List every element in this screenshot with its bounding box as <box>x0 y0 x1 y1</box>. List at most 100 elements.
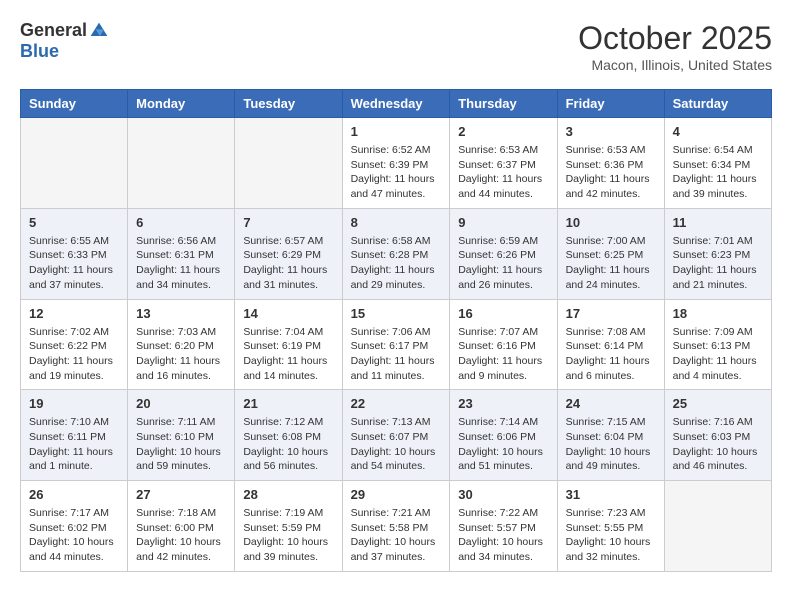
day-number: 22 <box>351 396 442 411</box>
calendar-week-row: 26 Sunrise: 7:17 AM Sunset: 6:02 PM Dayli… <box>21 481 772 572</box>
day-info: Sunrise: 6:54 AM Sunset: 6:34 PM Dayligh… <box>673 143 763 202</box>
day-number: 29 <box>351 487 442 502</box>
table-row: 25 Sunrise: 7:16 AM Sunset: 6:03 PM Dayli… <box>664 390 771 481</box>
day-number: 16 <box>458 306 548 321</box>
day-number: 10 <box>566 215 656 230</box>
location: Macon, Illinois, United States <box>578 57 772 73</box>
day-info: Sunrise: 7:10 AM Sunset: 6:11 PM Dayligh… <box>29 415 119 474</box>
table-row: 4Sunrise: 6:54 AM Sunset: 6:34 PM Daylig… <box>664 118 771 209</box>
table-row <box>128 118 235 209</box>
calendar-week-row: 19 Sunrise: 7:10 AM Sunset: 6:11 PM Dayli… <box>21 390 772 481</box>
header-monday: Monday <box>128 90 235 118</box>
title-section: October 2025 Macon, Illinois, United Sta… <box>578 20 772 73</box>
day-number: 15 <box>351 306 442 321</box>
table-row: 7 Sunrise: 6:57 AM Sunset: 6:29 PM Daylig… <box>235 208 342 299</box>
day-number: 20 <box>136 396 226 411</box>
day-info: Sunrise: 6:59 AM Sunset: 6:26 PM Dayligh… <box>458 234 548 293</box>
day-info: Sunrise: 7:21 AM Sunset: 5:58 PM Dayligh… <box>351 506 442 565</box>
table-row: 20 Sunrise: 7:11 AM Sunset: 6:10 PM Dayli… <box>128 390 235 481</box>
day-number: 21 <box>243 396 333 411</box>
day-number: 26 <box>29 487 119 502</box>
day-info: Sunrise: 7:19 AM Sunset: 5:59 PM Dayligh… <box>243 506 333 565</box>
day-number: 3 <box>566 124 656 139</box>
header-thursday: Thursday <box>450 90 557 118</box>
table-row <box>235 118 342 209</box>
table-row: 27 Sunrise: 7:18 AM Sunset: 6:00 PM Dayli… <box>128 481 235 572</box>
day-info: Sunrise: 7:04 AM Sunset: 6:19 PM Dayligh… <box>243 325 333 384</box>
logo-general: General <box>20 20 87 41</box>
day-number: 14 <box>243 306 333 321</box>
table-row <box>664 481 771 572</box>
calendar-week-row: 12 Sunrise: 7:02 AM Sunset: 6:22 PM Dayli… <box>21 299 772 390</box>
day-number: 5 <box>29 215 119 230</box>
table-row: 17Sunrise: 7:08 AM Sunset: 6:14 PM Dayli… <box>557 299 664 390</box>
day-info: Sunrise: 7:14 AM Sunset: 6:06 PM Dayligh… <box>458 415 548 474</box>
table-row: 26 Sunrise: 7:17 AM Sunset: 6:02 PM Dayli… <box>21 481 128 572</box>
day-info: Sunrise: 6:56 AM Sunset: 6:31 PM Dayligh… <box>136 234 226 293</box>
table-row: 16Sunrise: 7:07 AM Sunset: 6:16 PM Dayli… <box>450 299 557 390</box>
table-row: 14 Sunrise: 7:04 AM Sunset: 6:19 PM Dayli… <box>235 299 342 390</box>
table-row: 22Sunrise: 7:13 AM Sunset: 6:07 PM Dayli… <box>342 390 450 481</box>
day-info: Sunrise: 7:23 AM Sunset: 5:55 PM Dayligh… <box>566 506 656 565</box>
table-row: 29 Sunrise: 7:21 AM Sunset: 5:58 PM Dayli… <box>342 481 450 572</box>
header-saturday: Saturday <box>664 90 771 118</box>
table-row: 24 Sunrise: 7:15 AM Sunset: 6:04 PM Dayli… <box>557 390 664 481</box>
header-wednesday: Wednesday <box>342 90 450 118</box>
day-number: 30 <box>458 487 548 502</box>
table-row: 10 Sunrise: 7:00 AM Sunset: 6:25 PM Dayli… <box>557 208 664 299</box>
day-info: Sunrise: 7:15 AM Sunset: 6:04 PM Dayligh… <box>566 415 656 474</box>
day-number: 1 <box>351 124 442 139</box>
calendar-week-row: 5 Sunrise: 6:55 AM Sunset: 6:33 PM Daylig… <box>21 208 772 299</box>
day-number: 8 <box>351 215 442 230</box>
table-row: 12 Sunrise: 7:02 AM Sunset: 6:22 PM Dayli… <box>21 299 128 390</box>
day-number: 24 <box>566 396 656 411</box>
day-number: 25 <box>673 396 763 411</box>
day-number: 13 <box>136 306 226 321</box>
table-row: 21Sunrise: 7:12 AM Sunset: 6:08 PM Dayli… <box>235 390 342 481</box>
day-info: Sunrise: 7:00 AM Sunset: 6:25 PM Dayligh… <box>566 234 656 293</box>
day-number: 17 <box>566 306 656 321</box>
day-info: Sunrise: 7:01 AM Sunset: 6:23 PM Dayligh… <box>673 234 763 293</box>
table-row: 2 Sunrise: 6:53 AM Sunset: 6:37 PM Daylig… <box>450 118 557 209</box>
day-info: Sunrise: 7:17 AM Sunset: 6:02 PM Dayligh… <box>29 506 119 565</box>
day-number: 2 <box>458 124 548 139</box>
day-info: Sunrise: 7:02 AM Sunset: 6:22 PM Dayligh… <box>29 325 119 384</box>
table-row: 11 Sunrise: 7:01 AM Sunset: 6:23 PM Dayli… <box>664 208 771 299</box>
day-number: 7 <box>243 215 333 230</box>
day-info: Sunrise: 7:03 AM Sunset: 6:20 PM Dayligh… <box>136 325 226 384</box>
day-number: 31 <box>566 487 656 502</box>
day-info: Sunrise: 6:53 AM Sunset: 6:37 PM Dayligh… <box>458 143 548 202</box>
table-row: 31 Sunrise: 7:23 AM Sunset: 5:55 PM Dayli… <box>557 481 664 572</box>
table-row: 19 Sunrise: 7:10 AM Sunset: 6:11 PM Dayli… <box>21 390 128 481</box>
day-number: 6 <box>136 215 226 230</box>
day-info: Sunrise: 6:52 AM Sunset: 6:39 PM Dayligh… <box>351 143 442 202</box>
day-info: Sunrise: 6:57 AM Sunset: 6:29 PM Dayligh… <box>243 234 333 293</box>
day-number: 11 <box>673 215 763 230</box>
header-sunday: Sunday <box>21 90 128 118</box>
table-row: 8 Sunrise: 6:58 AM Sunset: 6:28 PM Daylig… <box>342 208 450 299</box>
header-friday: Friday <box>557 90 664 118</box>
table-row: 18Sunrise: 7:09 AM Sunset: 6:13 PM Dayli… <box>664 299 771 390</box>
day-number: 12 <box>29 306 119 321</box>
table-row <box>21 118 128 209</box>
day-info: Sunrise: 7:11 AM Sunset: 6:10 PM Dayligh… <box>136 415 226 474</box>
day-number: 9 <box>458 215 548 230</box>
table-row: 28 Sunrise: 7:19 AM Sunset: 5:59 PM Dayli… <box>235 481 342 572</box>
day-number: 18 <box>673 306 763 321</box>
table-row: 1 Sunrise: 6:52 AM Sunset: 6:39 PM Daylig… <box>342 118 450 209</box>
day-info: Sunrise: 6:58 AM Sunset: 6:28 PM Dayligh… <box>351 234 442 293</box>
day-info: Sunrise: 6:55 AM Sunset: 6:33 PM Dayligh… <box>29 234 119 293</box>
table-row: 23 Sunrise: 7:14 AM Sunset: 6:06 PM Dayli… <box>450 390 557 481</box>
calendar: Sunday Monday Tuesday Wednesday Thursday… <box>20 89 772 572</box>
header-tuesday: Tuesday <box>235 90 342 118</box>
day-number: 27 <box>136 487 226 502</box>
table-row: 6 Sunrise: 6:56 AM Sunset: 6:31 PM Daylig… <box>128 208 235 299</box>
day-info: Sunrise: 6:53 AM Sunset: 6:36 PM Dayligh… <box>566 143 656 202</box>
day-number: 28 <box>243 487 333 502</box>
day-number: 19 <box>29 396 119 411</box>
month-title: October 2025 <box>578 20 772 57</box>
day-number: 23 <box>458 396 548 411</box>
day-info: Sunrise: 7:18 AM Sunset: 6:00 PM Dayligh… <box>136 506 226 565</box>
table-row: 9 Sunrise: 6:59 AM Sunset: 6:26 PM Daylig… <box>450 208 557 299</box>
day-info: Sunrise: 7:16 AM Sunset: 6:03 PM Dayligh… <box>673 415 763 474</box>
